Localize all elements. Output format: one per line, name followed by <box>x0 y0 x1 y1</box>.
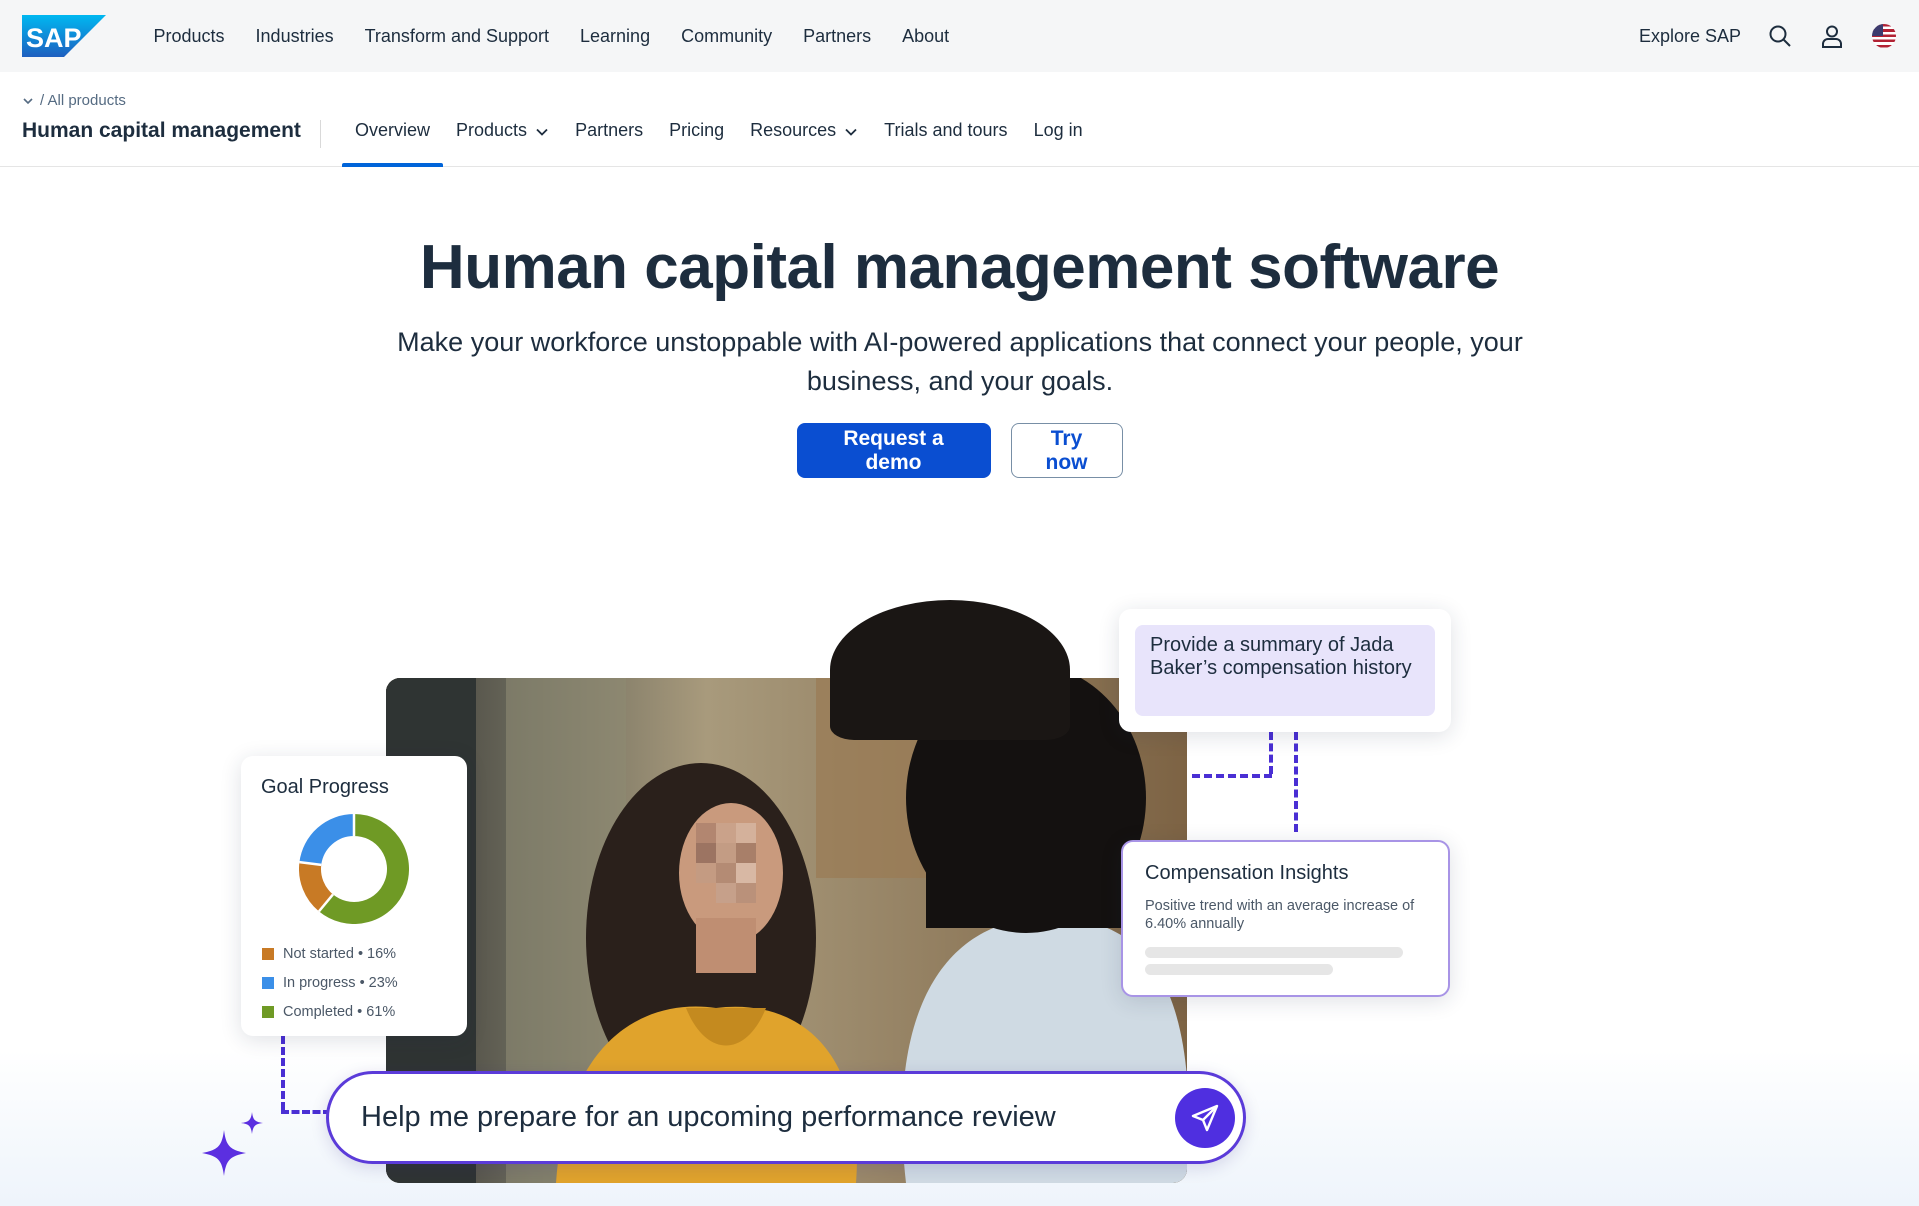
try-now-button[interactable]: Try now <box>1010 423 1123 478</box>
nav-partners[interactable]: Partners <box>788 26 887 47</box>
tab-products[interactable]: Products <box>443 110 562 167</box>
tab-resources-label: Resources <box>750 120 837 140</box>
subnav-tabs: Overview Products Partners Pricing Resou… <box>342 110 1096 167</box>
user-icon[interactable] <box>1819 23 1845 49</box>
legend-label: Completed • 61% <box>283 1003 396 1020</box>
tab-log-in-label: Log in <box>1033 120 1083 140</box>
chevron-down-icon <box>845 128 857 136</box>
legend-swatch <box>262 947 274 960</box>
topnav-utilities: Explore SAP <box>1639 0 1897 72</box>
goal-progress-donut <box>299 814 409 924</box>
nav-transform-and-support[interactable]: Transform and Support <box>349 26 564 47</box>
tab-pricing-label: Pricing <box>669 120 725 140</box>
tab-products-label: Products <box>456 120 528 140</box>
ai-chat-bar <box>326 1071 1246 1164</box>
ai-prompt-text: Provide a summary of Jada Baker’s compen… <box>1135 625 1435 716</box>
compensation-insights-title: Compensation Insights <box>1145 862 1349 884</box>
tab-partners[interactable]: Partners <box>562 110 656 167</box>
tab-resources[interactable]: Resources <box>737 110 871 167</box>
person-hair <box>830 600 1070 740</box>
product-name: Human capital management <box>22 119 301 142</box>
chevron-down-icon <box>536 128 548 136</box>
ai-sparkle-icon <box>202 1112 263 1176</box>
legend-item-completed: Completed • 61% <box>262 997 398 1026</box>
ai-chat-input[interactable] <box>361 1101 1175 1134</box>
tab-pricing[interactable]: Pricing <box>656 110 737 167</box>
search-icon[interactable] <box>1767 23 1793 49</box>
send-icon[interactable] <box>1175 1087 1235 1148</box>
connector-line <box>281 1036 285 1110</box>
tab-partners-label: Partners <box>575 120 644 140</box>
tab-overview[interactable]: Overview <box>342 110 444 167</box>
hero-title: Human capital management software <box>419 233 1500 302</box>
chevron-down-icon <box>23 97 33 104</box>
donut-slice <box>299 862 334 912</box>
nav-community[interactable]: Community <box>666 26 788 47</box>
us-flag-icon[interactable] <box>1871 23 1897 49</box>
hero-subtitle: Make your workforce unstoppable with AI-… <box>397 327 1523 396</box>
nav-industries[interactable]: Industries <box>240 26 349 47</box>
sap-logo-text: SAP <box>26 23 82 53</box>
connector-line <box>281 1110 331 1114</box>
top-navigation: SAP Products Industries Transform and Su… <box>0 0 1919 72</box>
goal-progress-legend: Not started • 16% In progress • 23% Comp… <box>262 939 398 1026</box>
legend-swatch <box>262 976 274 989</box>
divider <box>320 120 321 148</box>
request-demo-button[interactable]: Request a demo <box>796 423 991 478</box>
legend-item-not-started: Not started • 16% <box>262 939 398 968</box>
product-subnav: / All products Human capital management … <box>0 72 1919 167</box>
legend-label: In progress • 23% <box>283 974 398 991</box>
connector-line <box>1294 732 1298 832</box>
breadcrumb[interactable]: / All products <box>22 92 126 109</box>
nav-learning[interactable]: Learning <box>565 26 666 47</box>
donut-slice <box>299 814 355 866</box>
nav-products[interactable]: Products <box>138 26 240 47</box>
breadcrumb-all-products[interactable]: / All products <box>40 92 126 109</box>
goal-progress-card: Goal Progress Not started • 16% In progr… <box>241 756 467 1036</box>
tab-overview-label: Overview <box>355 120 431 140</box>
legend-item-in-progress: In progress • 23% <box>262 968 398 997</box>
goal-progress-title: Goal Progress <box>261 776 389 798</box>
tab-trials-label: Trials and tours <box>884 120 1008 140</box>
nav-about[interactable]: About <box>887 26 965 47</box>
skeleton-line <box>1145 947 1403 958</box>
legend-swatch <box>262 1005 274 1018</box>
skeleton-line <box>1145 964 1333 975</box>
connector-line <box>1269 732 1273 774</box>
tab-trials-and-tours[interactable]: Trials and tours <box>871 110 1020 167</box>
main-menu: Products Industries Transform and Suppor… <box>138 26 965 47</box>
compensation-insights-card: Compensation Insights Positive trend wit… <box>1121 840 1450 997</box>
tab-log-in[interactable]: Log in <box>1021 110 1096 167</box>
hero-cta-group: Request a demo Try now <box>0 423 1919 478</box>
flag-graphic <box>1872 24 1896 48</box>
compensation-insights-text: Positive trend with an average increase … <box>1145 898 1415 932</box>
connector-line <box>1192 774 1272 778</box>
legend-label: Not started • 16% <box>283 945 397 962</box>
sap-logo[interactable]: SAP <box>22 15 106 57</box>
explore-sap-link[interactable]: Explore SAP <box>1639 26 1741 47</box>
ai-prompt-card: Provide a summary of Jada Baker’s compen… <box>1119 609 1451 732</box>
